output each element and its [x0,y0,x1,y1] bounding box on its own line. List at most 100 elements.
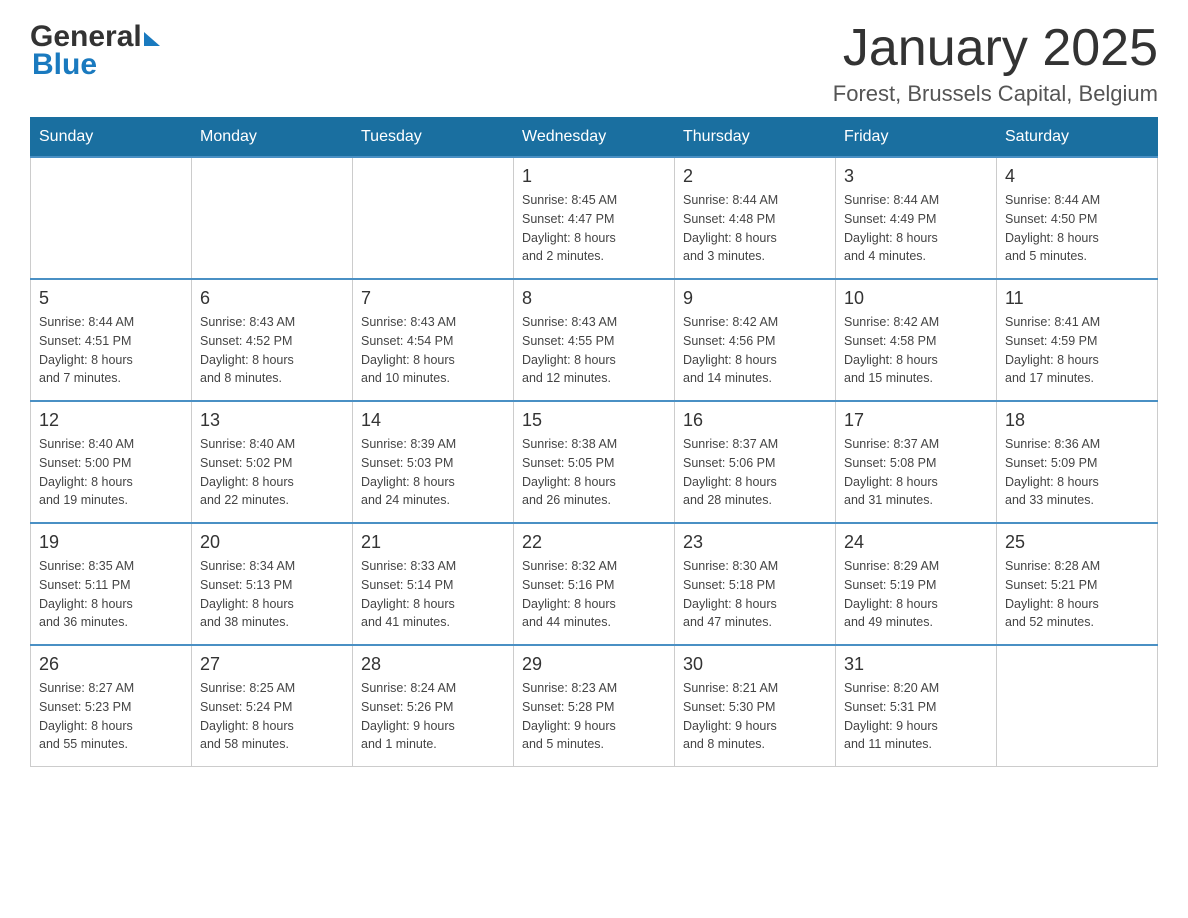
calendar-subtitle: Forest, Brussels Capital, Belgium [833,81,1158,107]
calendar-cell: 4 Sunrise: 8:44 AM Sunset: 4:50 PM Daylig… [997,157,1158,279]
day-info: Sunrise: 8:32 AM Sunset: 5:16 PM Dayligh… [522,557,666,632]
day-info: Sunrise: 8:34 AM Sunset: 5:13 PM Dayligh… [200,557,344,632]
day-info: Sunrise: 8:21 AM Sunset: 5:30 PM Dayligh… [683,679,827,754]
calendar-cell: 16 Sunrise: 8:37 AM Sunset: 5:06 PM Dayli… [675,401,836,523]
calendar-cell [192,157,353,279]
calendar-cell: 19 Sunrise: 8:35 AM Sunset: 5:11 PM Dayli… [31,523,192,645]
day-info: Sunrise: 8:44 AM Sunset: 4:51 PM Dayligh… [39,313,183,388]
day-number: 6 [200,288,344,309]
calendar-cell: 11 Sunrise: 8:41 AM Sunset: 4:59 PM Dayli… [997,279,1158,401]
day-of-week-header: Saturday [997,118,1158,158]
day-number: 11 [1005,288,1149,309]
day-of-week-header: Monday [192,118,353,158]
calendar-title: January 2025 [833,20,1158,77]
calendar-cell: 26Sunrise: 8:27 AM Sunset: 5:23 PM Dayli… [31,645,192,767]
day-info: Sunrise: 8:35 AM Sunset: 5:11 PM Dayligh… [39,557,183,632]
day-number: 9 [683,288,827,309]
calendar-cell: 20 Sunrise: 8:34 AM Sunset: 5:13 PM Dayli… [192,523,353,645]
day-number: 19 [39,532,183,553]
day-number: 28 [361,654,505,675]
day-number: 1 [522,166,666,187]
day-number: 17 [844,410,988,431]
day-info: Sunrise: 8:37 AM Sunset: 5:06 PM Dayligh… [683,435,827,510]
calendar-cell: 8 Sunrise: 8:43 AM Sunset: 4:55 PM Daylig… [514,279,675,401]
calendar-cell: 22 Sunrise: 8:32 AM Sunset: 5:16 PM Dayli… [514,523,675,645]
day-info: Sunrise: 8:25 AM Sunset: 5:24 PM Dayligh… [200,679,344,754]
calendar-cell: 29 Sunrise: 8:23 AM Sunset: 5:28 PM Dayli… [514,645,675,767]
calendar-cell: 1 Sunrise: 8:45 AM Sunset: 4:47 PM Daylig… [514,157,675,279]
day-info: Sunrise: 8:41 AM Sunset: 4:59 PM Dayligh… [1005,313,1149,388]
calendar-cell [997,645,1158,767]
day-info: Sunrise: 8:39 AM Sunset: 5:03 PM Dayligh… [361,435,505,510]
calendar-week-row: 1 Sunrise: 8:45 AM Sunset: 4:47 PM Daylig… [31,157,1158,279]
day-number: 4 [1005,166,1149,187]
day-info: Sunrise: 8:42 AM Sunset: 4:56 PM Dayligh… [683,313,827,388]
day-of-week-header: Thursday [675,118,836,158]
day-info: Sunrise: 8:43 AM Sunset: 4:54 PM Dayligh… [361,313,505,388]
day-number: 2 [683,166,827,187]
day-info: Sunrise: 8:38 AM Sunset: 5:05 PM Dayligh… [522,435,666,510]
day-info: Sunrise: 8:40 AM Sunset: 5:00 PM Dayligh… [39,435,183,510]
calendar-cell: 30 Sunrise: 8:21 AM Sunset: 5:30 PM Dayli… [675,645,836,767]
calendar-header-row: SundayMondayTuesdayWednesdayThursdayFrid… [31,118,1158,158]
calendar-cell [353,157,514,279]
day-number: 10 [844,288,988,309]
calendar-week-row: 19 Sunrise: 8:35 AM Sunset: 5:11 PM Dayli… [31,523,1158,645]
day-of-week-header: Friday [836,118,997,158]
day-number: 31 [844,654,988,675]
day-number: 23 [683,532,827,553]
title-block: January 2025 Forest, Brussels Capital, B… [833,20,1158,107]
calendar-cell: 15 Sunrise: 8:38 AM Sunset: 5:05 PM Dayli… [514,401,675,523]
day-number: 26 [39,654,183,675]
calendar-cell: 18Sunrise: 8:36 AM Sunset: 5:09 PM Dayli… [997,401,1158,523]
day-number: 13 [200,410,344,431]
calendar-week-row: 26Sunrise: 8:27 AM Sunset: 5:23 PM Dayli… [31,645,1158,767]
day-number: 8 [522,288,666,309]
day-info: Sunrise: 8:37 AM Sunset: 5:08 PM Dayligh… [844,435,988,510]
day-info: Sunrise: 8:42 AM Sunset: 4:58 PM Dayligh… [844,313,988,388]
day-number: 3 [844,166,988,187]
day-number: 15 [522,410,666,431]
calendar-cell: 27 Sunrise: 8:25 AM Sunset: 5:24 PM Dayli… [192,645,353,767]
day-info: Sunrise: 8:29 AM Sunset: 5:19 PM Dayligh… [844,557,988,632]
calendar-cell: 12Sunrise: 8:40 AM Sunset: 5:00 PM Dayli… [31,401,192,523]
day-info: Sunrise: 8:33 AM Sunset: 5:14 PM Dayligh… [361,557,505,632]
day-number: 5 [39,288,183,309]
day-info: Sunrise: 8:44 AM Sunset: 4:50 PM Dayligh… [1005,191,1149,266]
day-number: 16 [683,410,827,431]
day-info: Sunrise: 8:23 AM Sunset: 5:28 PM Dayligh… [522,679,666,754]
calendar-cell: 14 Sunrise: 8:39 AM Sunset: 5:03 PM Dayli… [353,401,514,523]
calendar-cell: 23 Sunrise: 8:30 AM Sunset: 5:18 PM Dayli… [675,523,836,645]
day-number: 22 [522,532,666,553]
day-info: Sunrise: 8:30 AM Sunset: 5:18 PM Dayligh… [683,557,827,632]
calendar-cell: 6 Sunrise: 8:43 AM Sunset: 4:52 PM Daylig… [192,279,353,401]
day-info: Sunrise: 8:40 AM Sunset: 5:02 PM Dayligh… [200,435,344,510]
day-number: 21 [361,532,505,553]
day-info: Sunrise: 8:45 AM Sunset: 4:47 PM Dayligh… [522,191,666,266]
day-number: 25 [1005,532,1149,553]
day-number: 20 [200,532,344,553]
calendar-cell: 3Sunrise: 8:44 AM Sunset: 4:49 PM Daylig… [836,157,997,279]
calendar-cell: 2 Sunrise: 8:44 AM Sunset: 4:48 PM Daylig… [675,157,836,279]
day-of-week-header: Sunday [31,118,192,158]
day-info: Sunrise: 8:20 AM Sunset: 5:31 PM Dayligh… [844,679,988,754]
day-info: Sunrise: 8:44 AM Sunset: 4:48 PM Dayligh… [683,191,827,266]
logo: General Blue [30,20,160,82]
logo-blue-text: Blue [32,48,97,82]
calendar-cell: 28Sunrise: 8:24 AM Sunset: 5:26 PM Dayli… [353,645,514,767]
calendar-cell: 17 Sunrise: 8:37 AM Sunset: 5:08 PM Dayli… [836,401,997,523]
page-header: General Blue January 2025 Forest, Brusse… [30,20,1158,107]
day-number: 30 [683,654,827,675]
day-of-week-header: Wednesday [514,118,675,158]
day-info: Sunrise: 8:43 AM Sunset: 4:55 PM Dayligh… [522,313,666,388]
calendar-cell: 7Sunrise: 8:43 AM Sunset: 4:54 PM Daylig… [353,279,514,401]
day-number: 27 [200,654,344,675]
calendar-cell [31,157,192,279]
day-number: 24 [844,532,988,553]
calendar-table: SundayMondayTuesdayWednesdayThursdayFrid… [30,117,1158,767]
day-number: 14 [361,410,505,431]
day-info: Sunrise: 8:43 AM Sunset: 4:52 PM Dayligh… [200,313,344,388]
day-info: Sunrise: 8:36 AM Sunset: 5:09 PM Dayligh… [1005,435,1149,510]
day-number: 29 [522,654,666,675]
day-info: Sunrise: 8:28 AM Sunset: 5:21 PM Dayligh… [1005,557,1149,632]
